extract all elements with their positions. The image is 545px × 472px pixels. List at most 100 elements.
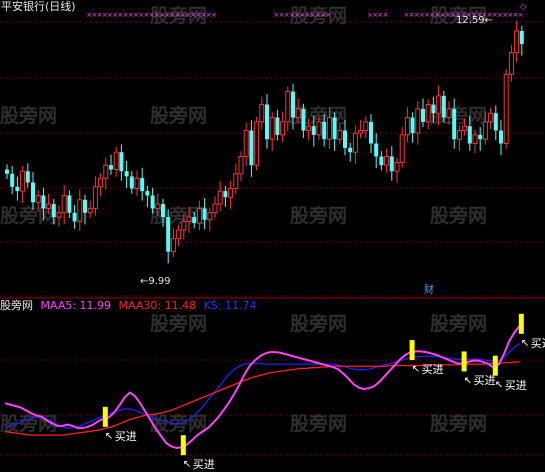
arrow-upleft-icon: ↖ bbox=[464, 375, 472, 386]
candle-body-down bbox=[119, 152, 124, 172]
candle-body-up bbox=[285, 91, 291, 123]
candle-body-up bbox=[243, 130, 249, 157]
high-price-label: 12.59← bbox=[456, 15, 493, 27]
candle-body-up bbox=[212, 203, 218, 214]
candle-body-down bbox=[124, 171, 129, 177]
legend-prefix: 股旁网 bbox=[0, 299, 33, 312]
candle-body-down bbox=[192, 217, 197, 224]
low-price-label: ←9.99 bbox=[140, 276, 171, 288]
candle-body-up bbox=[254, 121, 260, 166]
candle-body-up bbox=[56, 212, 62, 218]
chart-canvas: 股旁网 股旁网 股旁网股旁网 股旁网 股旁网 股旁网股旁网 股旁网 股旁网 股旁网股旁网 股旁网股… bbox=[0, 2, 545, 470]
candle-body-down bbox=[343, 130, 347, 148]
candle-body-up bbox=[35, 194, 41, 203]
candle-body-down bbox=[150, 195, 155, 209]
candle-body-down bbox=[332, 117, 337, 140]
candle-body-up bbox=[456, 130, 462, 140]
candle-body-up bbox=[436, 95, 442, 114]
candle-body-up bbox=[394, 162, 400, 172]
candle-body-down bbox=[452, 108, 457, 140]
buy-signal-bar bbox=[102, 406, 108, 427]
buy-signal-label: 买进 bbox=[473, 374, 496, 388]
candle-body-down bbox=[389, 156, 394, 172]
buy-signals: ↖ ↖ ↖ ↖ ↖ ↖ bbox=[102, 313, 529, 470]
candle-body-down bbox=[249, 130, 254, 166]
candle-body-up bbox=[295, 108, 301, 119]
candle-body-up bbox=[472, 134, 478, 145]
candle-body-up bbox=[425, 104, 431, 123]
candle-body-down bbox=[275, 117, 280, 135]
candle-body-down bbox=[51, 204, 56, 218]
candle-body-up bbox=[46, 203, 52, 209]
watermark-text: 股旁网 bbox=[150, 312, 207, 335]
candle-body-up bbox=[482, 121, 488, 140]
watermark-text: 股旁网 bbox=[290, 312, 347, 335]
candle-body-up bbox=[155, 203, 161, 209]
candle-body-up bbox=[61, 194, 67, 214]
candle-body-down bbox=[379, 156, 384, 166]
arrow-upleft-icon: ↖ bbox=[495, 380, 503, 391]
candle-body-up bbox=[415, 108, 421, 134]
candle-body-down bbox=[67, 195, 72, 213]
candle-body-up bbox=[446, 108, 452, 119]
candle-body-down bbox=[25, 171, 30, 183]
candle-body-up bbox=[170, 238, 176, 253]
candle-body-up bbox=[186, 216, 192, 222]
buy-signal-bar bbox=[409, 340, 415, 361]
candle-body-up bbox=[399, 134, 405, 164]
candle-body-down bbox=[410, 117, 415, 134]
candle-body-down bbox=[145, 191, 150, 196]
candle-body-down bbox=[348, 147, 353, 153]
candle-body-down bbox=[291, 91, 295, 118]
grid-lines bbox=[0, 21, 545, 456]
top-marker: × bbox=[211, 11, 217, 19]
candle-body-up bbox=[316, 121, 322, 136]
buy-signal-label: 买进 bbox=[504, 378, 527, 392]
candle-body-up bbox=[488, 112, 494, 123]
indicator-legend: 股旁网 MAA5: 11.99 MAA30: 11.48 KS: 11.74 bbox=[0, 300, 260, 312]
candle-body-up bbox=[514, 30, 520, 54]
top-marker: × bbox=[518, 11, 524, 19]
candle-body-up bbox=[98, 177, 104, 188]
candle-body-up bbox=[358, 130, 364, 134]
candle-body-down bbox=[31, 182, 35, 203]
watermark-text: 股旁网 bbox=[290, 412, 347, 435]
top-marker: × bbox=[325, 11, 331, 19]
candle-body-down bbox=[109, 165, 113, 170]
candle-body-up bbox=[384, 155, 390, 166]
top-marker: × bbox=[383, 11, 389, 19]
arrow-upleft-icon: ↖ bbox=[412, 364, 420, 375]
candle-body-up bbox=[92, 186, 98, 209]
candle-body-up bbox=[228, 188, 234, 198]
buy-signal-bar bbox=[180, 435, 186, 456]
watermark-text: 股旁网 bbox=[430, 412, 487, 435]
buy-signal-label: 买进 bbox=[192, 458, 215, 472]
candle-body-down bbox=[41, 195, 46, 209]
candle-body-up bbox=[238, 155, 244, 175]
candle-body-up bbox=[87, 207, 93, 214]
candle-body-up bbox=[363, 121, 369, 132]
candle-body-down bbox=[265, 104, 269, 140]
candle-body-down bbox=[15, 186, 20, 192]
candle-body-up bbox=[103, 164, 109, 179]
candle-body-up bbox=[337, 130, 343, 140]
candle-body-down bbox=[301, 108, 306, 131]
high-price-value: 12.59 bbox=[456, 15, 485, 26]
candle-body-down bbox=[441, 95, 446, 118]
candle-body-up bbox=[503, 73, 509, 145]
low-price-value: 9.99 bbox=[148, 276, 171, 287]
buy-signal-label: 买进 bbox=[530, 336, 545, 350]
buy-signal-label: 买进 bbox=[421, 363, 444, 377]
candle-body-down bbox=[499, 130, 503, 144]
candle-body-up bbox=[233, 173, 239, 190]
candle-body-up bbox=[176, 229, 182, 240]
candle-body-down bbox=[431, 104, 436, 114]
buy-signal-label: 买进 bbox=[114, 429, 137, 443]
buy-signal-bar bbox=[461, 351, 467, 372]
candle-body-down bbox=[140, 178, 145, 192]
candle-body-up bbox=[508, 52, 514, 75]
candle-body-up bbox=[259, 104, 265, 123]
candle-body-down bbox=[519, 30, 524, 44]
candle-body-down bbox=[223, 191, 228, 198]
watermark-text: 股旁网 bbox=[430, 204, 487, 227]
